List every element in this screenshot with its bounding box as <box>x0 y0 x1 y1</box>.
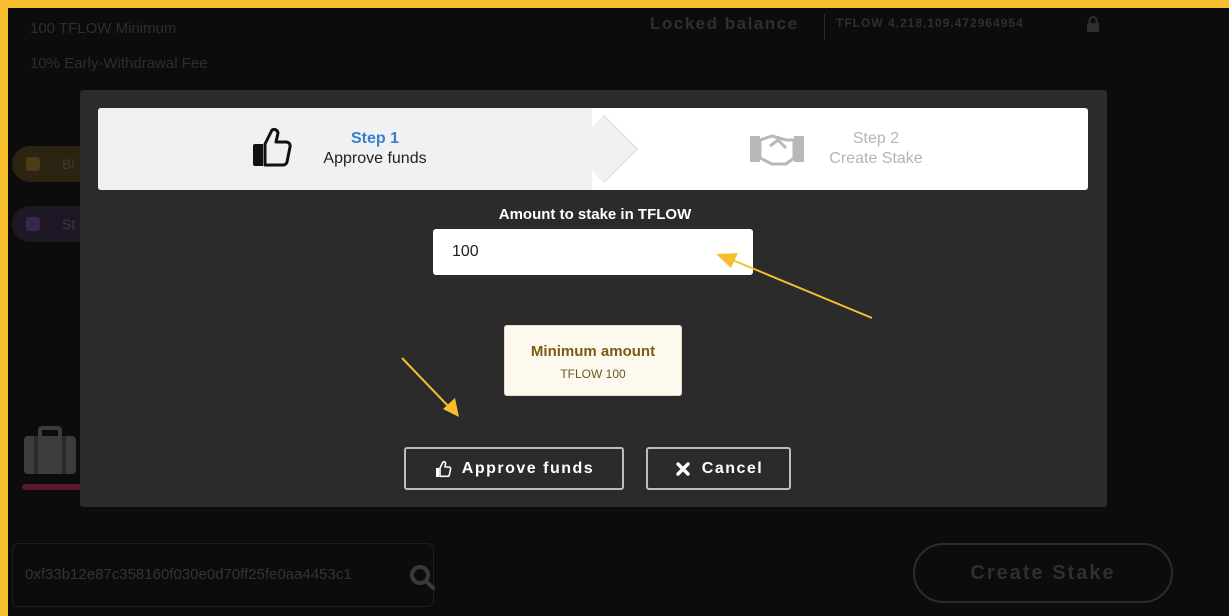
page-background: 100 TFLOW Minimum 10% Early-Withdrawal F… <box>8 8 1229 616</box>
address-value: 0xf33b12e87c358160f030e0d70ff25fe0aa4453… <box>25 566 352 583</box>
amount-label: Amount to stake in TFLOW <box>498 206 692 223</box>
pill-icon <box>26 217 40 231</box>
step-2-number: Step 2 <box>852 130 900 147</box>
briefcase-icon <box>24 426 76 474</box>
step-indicator: Step 1 Approve funds Step 2 Create Stake <box>98 108 1088 190</box>
step-2-label: Create Stake <box>829 150 923 167</box>
divider <box>824 14 825 40</box>
minimum-amount-box: Minimum amount TFLOW 100 <box>504 325 682 396</box>
address-search-field[interactable]: 0xf33b12e87c358160f030e0d70ff25fe0aa4453… <box>12 543 435 607</box>
locked-balance-value: TFLOW 4,218,109.472964954 <box>836 16 1024 30</box>
lock-icon <box>1087 16 1099 32</box>
approve-modal: Step 1 Approve funds Step 2 Create Stake… <box>80 90 1107 507</box>
approve-funds-button[interactable]: Approve funds <box>404 447 624 490</box>
step-1-number: Step 1 <box>350 130 399 147</box>
amount-input[interactable] <box>433 229 753 275</box>
pill-icon <box>26 157 40 171</box>
search-icon[interactable] <box>409 564 435 590</box>
fee-info-text: 10% Early-Withdrawal Fee <box>30 55 208 72</box>
minimum-amount-value: TFLOW 100 <box>560 367 626 381</box>
create-stake-button[interactable]: Create Stake <box>913 543 1173 603</box>
step-1 <box>98 108 592 190</box>
pill-label: St <box>62 216 76 232</box>
step-1-label: Approve funds <box>323 150 427 167</box>
handshake-icon <box>750 134 804 166</box>
approve-funds-label: Approve funds <box>461 459 595 477</box>
min-info-text: 100 TFLOW Minimum <box>30 20 177 37</box>
close-icon <box>676 461 690 476</box>
cancel-label: Cancel <box>701 459 764 477</box>
pill-label: Bl <box>62 156 75 172</box>
thumbs-up-icon <box>435 460 452 477</box>
locked-balance-label: Locked balance <box>650 14 799 33</box>
minimum-amount-title: Minimum amount <box>530 343 656 360</box>
thumbs-up-icon <box>253 127 292 167</box>
cancel-button[interactable]: Cancel <box>646 447 791 490</box>
